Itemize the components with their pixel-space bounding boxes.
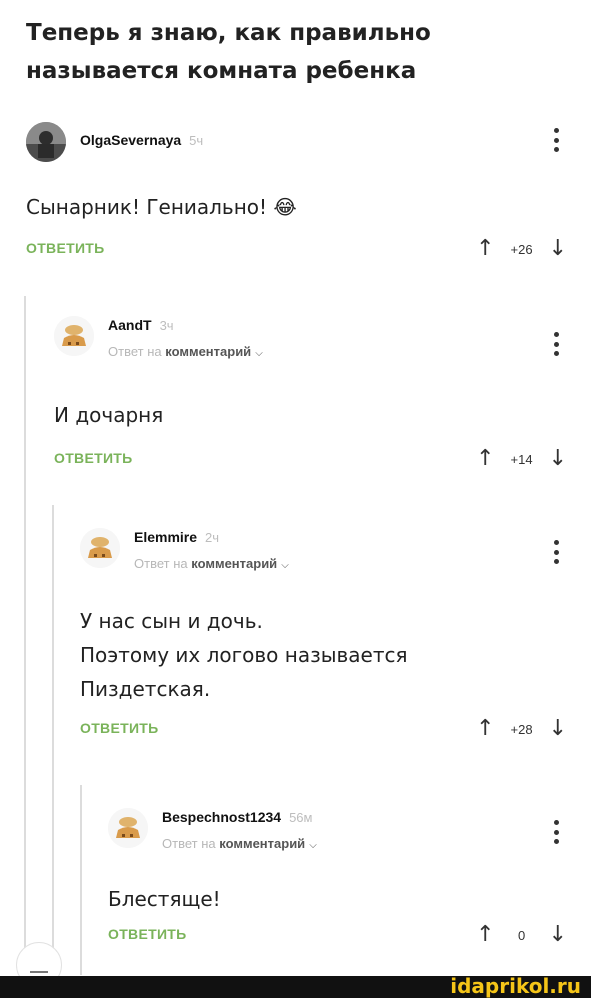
post-title: Теперь я знаю, как правильно называется … [26,20,431,84]
chevron-down-icon: ⌵ [309,840,317,851]
downvote-icon[interactable]: ↓ [549,718,567,740]
comment-time: 3ч [159,318,174,333]
reply-button[interactable]: ОТВЕТИТЬ [54,450,133,466]
user-avatar[interactable] [80,528,120,568]
vote-controls: ↑ 0 ↓ [476,920,567,950]
upvote-icon[interactable]: ↑ [476,448,494,470]
reply-to-link[interactable]: Ответ на комментарий ⌵ [108,344,263,359]
comment-username[interactable]: OlgaSevernaya 5ч [80,132,203,148]
comment-text: И дочарня [54,403,164,427]
vote-controls: ↑ +14 ↓ [476,444,567,474]
thread-line [52,505,54,975]
user-avatar[interactable] [108,808,148,848]
reply-button[interactable]: ОТВЕТИТЬ [108,926,187,942]
watermark: idaprikol.ru [450,974,581,998]
vote-score: +26 [510,241,533,257]
comment-text: У нас сын и дочь. Поэтому их логово назы… [80,609,408,701]
comment-text: Сынарник! Гениально! 😂 [26,195,297,219]
comment-time: 56м [289,810,313,825]
vote-controls: ↑ +26 ↓ [476,234,567,264]
comment: AandT 3ч Ответ на комментарий ⌵ И дочарня … [54,314,591,474]
more-options-icon[interactable] [551,128,561,152]
reply-to-link[interactable]: Ответ на комментарий ⌵ [162,836,317,851]
reply-button[interactable]: ОТВЕТИТЬ [80,720,159,736]
comment: Elemmire 2ч Ответ на комментарий ⌵ У нас с… [80,526,591,744]
comment-username[interactable]: Bespechnost1234 56м [162,809,312,825]
comment-username[interactable]: Elemmire 2ч [134,529,219,545]
comment: OlgaSevernaya 5ч Сынарник! Гениально! 😂 О… [26,120,591,264]
vote-score: +28 [510,721,533,737]
reply-to-link[interactable]: Ответ на комментарий ⌵ [134,556,289,571]
minus-icon [30,971,48,973]
more-options-icon[interactable] [551,820,561,844]
comment-time: 5ч [189,133,204,148]
upvote-icon[interactable]: ↑ [476,924,494,946]
chevron-down-icon: ⌵ [281,560,289,571]
downvote-icon[interactable]: ↓ [549,448,567,470]
vote-controls: ↑ +28 ↓ [476,714,567,744]
thread-line [24,296,26,976]
user-avatar[interactable] [54,316,94,356]
downvote-icon[interactable]: ↓ [549,238,567,260]
watermark-bar: idaprikol.ru [0,974,591,998]
thread-line [80,785,82,975]
upvote-icon[interactable]: ↑ [476,718,494,740]
vote-score: +14 [510,451,533,467]
more-options-icon[interactable] [551,540,561,564]
comment-time: 2ч [205,530,220,545]
user-avatar[interactable] [26,122,66,162]
comment: Bespechnost1234 56м Ответ на комментарий ⌵… [108,806,591,950]
more-options-icon[interactable] [551,332,561,356]
comment-text: Блестяще! [108,887,221,911]
reply-button[interactable]: ОТВЕТИТЬ [26,240,105,256]
vote-score: 0 [517,927,526,943]
upvote-icon[interactable]: ↑ [476,238,494,260]
comment-username[interactable]: AandT 3ч [108,317,174,333]
chevron-down-icon: ⌵ [255,348,263,359]
downvote-icon[interactable]: ↓ [549,924,567,946]
